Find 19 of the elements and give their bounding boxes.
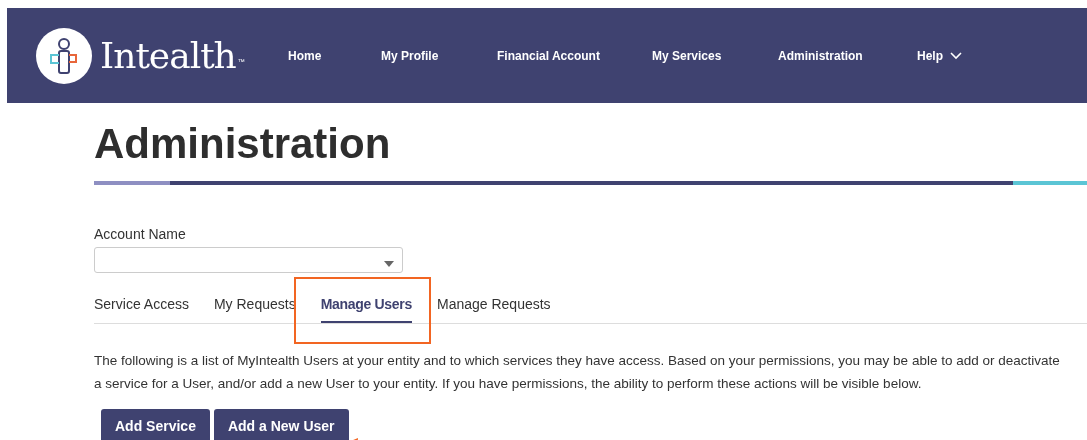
page-title: Administration: [94, 119, 392, 169]
nav-link[interactable]: My Services: [652, 48, 778, 63]
logo-icon[interactable]: [36, 27, 92, 84]
nav-link[interactable]: My Profile: [381, 48, 497, 63]
field-label: Account Name: [94, 226, 187, 242]
description-text: The following is a list of MyIntealth Users at your entity and to which services they have access. Based on your permissions, you may be able to add or deactivate a service for a User, and/or add a new User to your entity. If you have permissions, the ability to perform these actions will be visible below.: [94, 352, 1061, 393]
action-button[interactable]: Add Service: [101, 409, 210, 440]
chevron-down-icon: [950, 51, 962, 60]
tab[interactable]: Service Access: [94, 294, 189, 321]
nav-link[interactable]: Home: [288, 48, 381, 63]
nav-link[interactable]: Financial Account: [497, 48, 652, 63]
dropdown-caret-icon: [384, 261, 394, 267]
brand-name: Intealth: [100, 35, 236, 76]
tab[interactable]: My Requests: [213, 294, 296, 321]
nav-link[interactable]: Help: [917, 48, 962, 63]
tab[interactable]: Manage Users: [320, 294, 412, 323]
action-button[interactable]: Add a New User: [213, 409, 349, 440]
tab[interactable]: Manage Requests: [437, 294, 551, 321]
nav-link[interactable]: Administration: [778, 48, 917, 63]
